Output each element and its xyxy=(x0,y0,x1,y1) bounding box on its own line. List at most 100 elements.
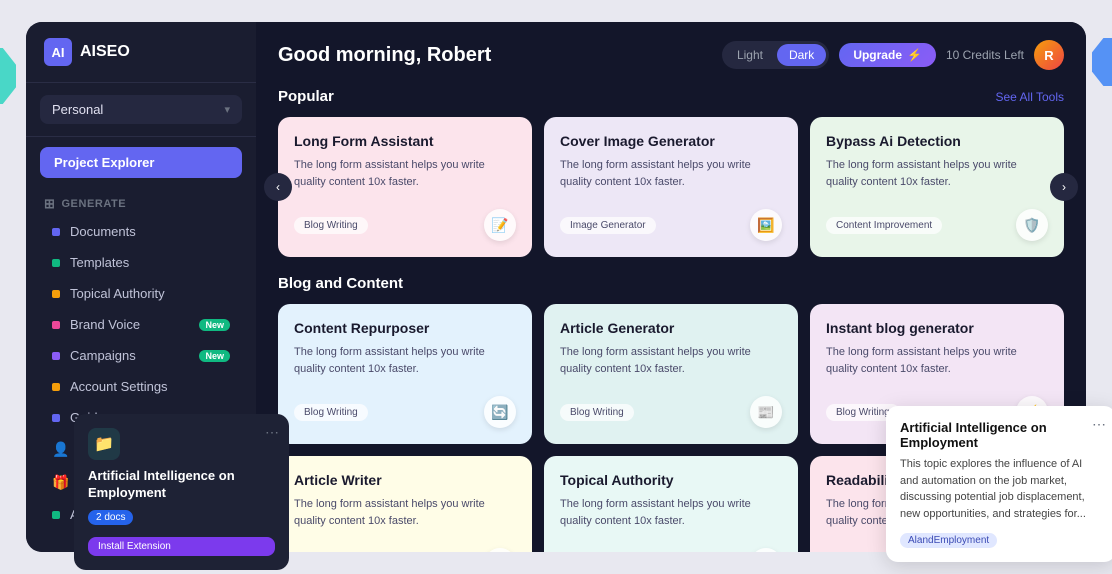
sidebar-item-topical-authority[interactable]: Topical Authority xyxy=(34,279,248,308)
popular-cards-grid: ‹ › Long Form Assistant The long form as… xyxy=(278,117,1064,257)
long-form-title: Long Form Assistant xyxy=(294,133,516,149)
page-title: Good morning, Robert xyxy=(278,44,491,67)
sidebar-item-account-settings[interactable]: Account Settings xyxy=(34,372,248,401)
topical-authority-tool-title: Topical Authority xyxy=(560,472,782,488)
documents-label: Documents xyxy=(70,224,230,239)
dark-theme-button[interactable]: Dark xyxy=(777,44,826,66)
deco-shape-left xyxy=(0,48,16,104)
article-generator-desc: The long form assistant helps you write … xyxy=(560,344,782,384)
sidebar-logo: AI AISEO xyxy=(26,22,256,83)
floating-right-dots[interactable]: ⋯ xyxy=(1092,416,1106,433)
article-generator-icon-btn[interactable]: 📰 xyxy=(750,396,782,428)
campaigns-new-badge: New xyxy=(199,350,230,362)
topical-authority-label: Topical Authority xyxy=(70,286,230,301)
upgrade-label: Upgrade xyxy=(853,48,902,62)
popular-title: Popular xyxy=(278,88,334,105)
api-dot xyxy=(52,511,60,519)
floating-left-dots[interactable]: ⋯ xyxy=(265,424,279,441)
topical-authority-tool-icon-btn[interactable]: 📊 xyxy=(750,548,782,552)
long-form-icon-btn[interactable]: 📝 xyxy=(484,209,516,241)
documents-dot xyxy=(52,228,60,236)
article-writer-title: Article Writer xyxy=(294,472,516,488)
instant-blog-title: Instant blog generator xyxy=(826,320,1048,336)
carousel-next-button[interactable]: › xyxy=(1050,173,1078,201)
blog-section-header: Blog and Content xyxy=(278,275,1064,292)
cover-image-title: Cover Image Generator xyxy=(560,133,782,149)
topical-authority-dot xyxy=(52,290,60,298)
header-actions: Light Dark Upgrade ⚡ 10 Credits Left R xyxy=(722,40,1064,70)
see-all-tools-link[interactable]: See All Tools xyxy=(996,90,1065,104)
bypass-ai-tag: Content Improvement xyxy=(826,217,942,234)
tool-card-content-repurposer: Content Repurposer The long form assista… xyxy=(278,304,532,444)
content-repurposer-desc: The long form assistant helps you write … xyxy=(294,344,516,384)
cover-image-footer: Image Generator 🖼️ xyxy=(560,209,782,241)
header: Good morning, Robert Light Dark Upgrade … xyxy=(278,40,1064,70)
carousel-prev-button[interactable]: ‹ xyxy=(264,173,292,201)
sidebar-item-templates[interactable]: Templates xyxy=(34,248,248,277)
article-generator-tag: Blog Writing xyxy=(560,404,634,421)
article-writer-desc: The long form assistant helps you write … xyxy=(294,496,516,536)
tool-card-article-writer: Article Writer The long form assistant h… xyxy=(278,456,532,552)
floating-right-tag: AlandEmployment xyxy=(900,533,997,548)
bypass-ai-desc: The long form assistant helps you write … xyxy=(826,157,1048,197)
article-generator-footer: Blog Writing 📰 xyxy=(560,396,782,428)
team-icon: 👤 xyxy=(52,441,69,458)
install-extension-button[interactable]: Install Extension xyxy=(88,537,275,556)
generate-icon: ⊞ xyxy=(44,196,55,212)
long-form-desc: The long form assistant helps you write … xyxy=(294,157,516,197)
brand-voice-dot xyxy=(52,321,60,329)
content-repurposer-icon-btn[interactable]: 🔄 xyxy=(484,396,516,428)
instant-blog-desc: The long form assistant helps you write … xyxy=(826,344,1048,384)
article-writer-footer: Blog Writing ✍️ xyxy=(294,548,516,552)
long-form-tag: Blog Writing xyxy=(294,217,368,234)
light-theme-button[interactable]: Light xyxy=(725,44,775,66)
avatar[interactable]: R xyxy=(1034,40,1064,70)
sidebar-workspace: Personal ▾ xyxy=(26,83,256,137)
floating-left-footer: 2 docs xyxy=(88,510,275,525)
popular-section-header: Popular See All Tools xyxy=(278,88,1064,105)
sidebar-item-brand-voice[interactable]: Brand Voice New xyxy=(34,310,248,339)
cover-image-icon-btn[interactable]: 🖼️ xyxy=(750,209,782,241)
cover-image-tag: Image Generator xyxy=(560,217,656,234)
long-form-footer: Blog Writing 📝 xyxy=(294,209,516,241)
chevron-down-icon: ▾ xyxy=(224,103,230,116)
upgrade-icon: ⚡ xyxy=(907,48,922,62)
generate-section-label: ⊞ Generate xyxy=(26,188,256,216)
rewards-icon: 🎁 xyxy=(52,474,69,491)
tool-card-article-generator: Article Generator The long form assistan… xyxy=(544,304,798,444)
floating-right-desc: This topic explores the influence of AI … xyxy=(900,456,1102,522)
article-generator-title: Article Generator xyxy=(560,320,782,336)
bypass-ai-footer: Content Improvement 🛡️ xyxy=(826,209,1048,241)
sidebar-item-documents[interactable]: Documents xyxy=(34,217,248,246)
logo-icon: AI xyxy=(44,38,72,66)
templates-label: Templates xyxy=(70,255,230,270)
topical-authority-tool-footer: Blog Writing 📊 xyxy=(560,548,782,552)
deco-shape-right xyxy=(1092,38,1112,86)
floating-left-title: Artificial Intelligence on Employment xyxy=(88,468,275,502)
bypass-ai-title: Bypass Ai Detection xyxy=(826,133,1048,149)
templates-dot xyxy=(52,259,60,267)
content-repurposer-title: Content Repurposer xyxy=(294,320,516,336)
article-writer-icon-btn[interactable]: ✍️ xyxy=(484,548,516,552)
generate-label: Generate xyxy=(61,198,126,210)
content-repurposer-footer: Blog Writing 🔄 xyxy=(294,396,516,428)
workspace-selector[interactable]: Personal ▾ xyxy=(40,95,242,124)
sidebar-item-campaigns[interactable]: Campaigns New xyxy=(34,341,248,370)
folder-icon: 📁 xyxy=(88,428,120,460)
account-settings-label: Account Settings xyxy=(70,379,230,394)
workspace-label: Personal xyxy=(52,102,103,117)
brand-voice-label: Brand Voice xyxy=(70,317,189,332)
tool-card-topical-authority: Topical Authority The long form assistan… xyxy=(544,456,798,552)
floating-card-right: ⋯ Artificial Intelligence on Employment … xyxy=(886,406,1112,562)
upgrade-button[interactable]: Upgrade ⚡ xyxy=(839,43,936,67)
project-explorer-button[interactable]: Project Explorer xyxy=(40,147,242,178)
tool-card-cover-image: Cover Image Generator The long form assi… xyxy=(544,117,798,257)
campaigns-label: Campaigns xyxy=(70,348,189,363)
cover-image-desc: The long form assistant helps you write … xyxy=(560,157,782,197)
brand-voice-new-badge: New xyxy=(199,319,230,331)
guides-dot xyxy=(52,414,60,422)
floating-right-title: Artificial Intelligence on Employment xyxy=(900,420,1102,450)
campaigns-dot xyxy=(52,352,60,360)
content-repurposer-tag: Blog Writing xyxy=(294,404,368,421)
bypass-ai-icon-btn[interactable]: 🛡️ xyxy=(1016,209,1048,241)
